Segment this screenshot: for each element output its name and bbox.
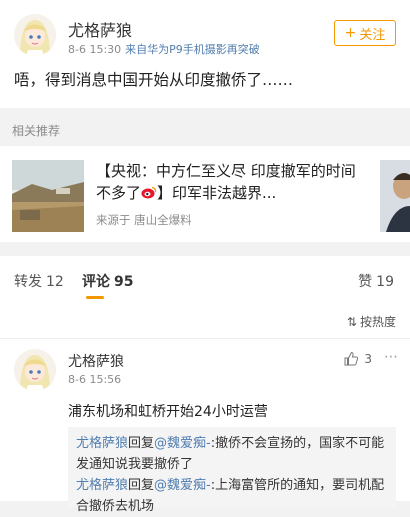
related-title-part2: 】印军非法越界...: [157, 184, 277, 202]
sort-button[interactable]: ⇅ 按热度: [347, 313, 396, 330]
tab-likes[interactable]: 赞 19: [358, 271, 394, 291]
reply-mention[interactable]: @魏爱痴-: [154, 436, 211, 451]
repost-count: 12: [46, 274, 64, 290]
comment-time: 8-6 15:56: [68, 373, 122, 386]
tab-repost[interactable]: 转发 12: [14, 271, 64, 291]
reply-item[interactable]: 尤格萨狼回复@魏爱痴-:上海富管所的通知，要司机配合撤侨去机场: [76, 475, 388, 517]
comment-content: 浦东机场和虹桥开始24小时运营: [68, 404, 268, 420]
reply-username[interactable]: 尤格萨狼: [76, 436, 128, 451]
reply-verb: 回复: [128, 436, 155, 451]
landscape-thumbnail-icon: [12, 160, 84, 232]
follow-button[interactable]: + 关注: [334, 20, 396, 46]
weibo-logo-icon: [141, 186, 157, 199]
post-content: 唔，得到消息中国开始从印度撤侨了……: [14, 71, 294, 89]
sort-icon: ⇅: [346, 315, 357, 329]
post-meta: 8-6 15:30 来自华为P9手机摄影再突破: [68, 41, 260, 57]
related-card[interactable]: 【央视：中方仁至义尽 印度撤军的时间不多了 】印军非法越界... 来源于 唐山全爆…: [0, 146, 410, 242]
plus-icon: +: [344, 25, 357, 41]
avatar[interactable]: [14, 349, 56, 391]
active-tab-indicator: [86, 296, 104, 299]
repost-label: 转发: [14, 274, 42, 290]
related-thumbnail[interactable]: [12, 160, 84, 232]
interaction-tabs: 转发 12 评论 95 赞 19: [0, 256, 410, 305]
comments-label: 评论: [82, 274, 110, 290]
related-next-thumbnail[interactable]: [380, 160, 410, 232]
reply-mention[interactable]: @魏爱痴-: [154, 478, 211, 493]
reply-list[interactable]: 尤格萨狼回复@魏爱痴-:撤侨不会宣扬的，国家不可能发通知说我要撤侨了 尤格萨狼回…: [68, 427, 396, 514]
person-thumbnail-icon: [380, 160, 410, 232]
comment-username[interactable]: 尤格萨狼: [68, 351, 124, 371]
comment-like-button[interactable]: 3: [343, 351, 372, 367]
comment-like-count: 3: [364, 352, 372, 366]
reply-verb: 回复: [128, 478, 155, 493]
reply-item[interactable]: 尤格萨狼回复@魏爱痴-:撤侨不会宣扬的，国家不可能发通知说我要撤侨了: [76, 433, 388, 475]
anime-avatar-icon: [14, 14, 56, 56]
follow-label: 关注: [359, 27, 386, 43]
comments-count: 95: [114, 274, 134, 290]
likes-label: 赞: [358, 274, 373, 290]
post-card: 尤格萨狼 8-6 15:30 来自华为P9手机摄影再突破 + 关注 唔，得到消息中…: [0, 0, 410, 108]
avatar[interactable]: [14, 14, 56, 56]
more-options-icon[interactable]: ⋯: [384, 349, 398, 365]
post-time: 8-6 15:30: [68, 43, 122, 56]
comment-item: 尤格萨狼 8-6 15:56 3 ⋯ 浦东机场和虹桥开始24小时运营 尤格萨狼回…: [0, 338, 410, 514]
anime-avatar-icon: [14, 349, 56, 391]
thumbs-up-icon: [344, 351, 359, 366]
tab-comments[interactable]: 评论 95: [82, 271, 133, 291]
likes-count: 19: [376, 274, 394, 290]
related-section-label: 相关推荐: [12, 124, 61, 138]
reply-username[interactable]: 尤格萨狼: [76, 478, 128, 493]
post-source[interactable]: 来自华为P9手机摄影再突破: [125, 43, 260, 56]
post-username[interactable]: 尤格萨狼: [68, 17, 132, 41]
related-source: 来源于 唐山全爆料: [96, 213, 192, 227]
sort-bar: ⇅ 按热度: [0, 304, 410, 338]
related-title[interactable]: 【央视：中方仁至义尽 印度撤军的时间不多了 】印军非法越界...: [96, 160, 356, 204]
sort-label: 按热度: [359, 315, 396, 329]
